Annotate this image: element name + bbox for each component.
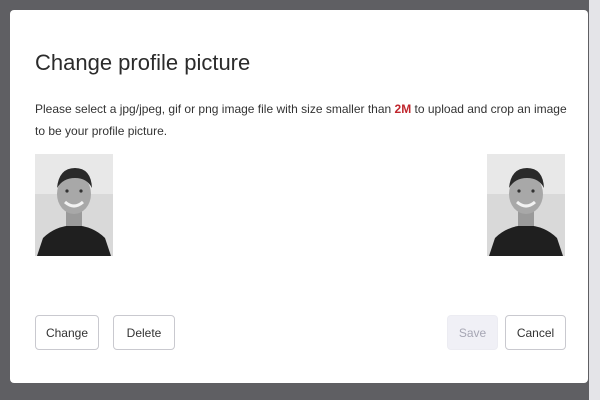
change-profile-picture-dialog: Change profile picture Please select a j… [10, 10, 588, 383]
size-limit: 2M [394, 102, 412, 116]
description-text-start: Please select a jpg/jpeg, gif or png ima… [35, 102, 395, 116]
dialog-description: Please select a jpg/jpeg, gif or png ima… [35, 98, 570, 142]
save-button[interactable]: Save [447, 315, 498, 350]
cropped-image-preview [487, 154, 565, 256]
cancel-button[interactable]: Cancel [505, 315, 566, 350]
delete-button[interactable]: Delete [113, 315, 175, 350]
profile-image-preview[interactable] [35, 154, 113, 256]
background-page-strip [589, 0, 600, 400]
dialog-title: Change profile picture [35, 50, 251, 75]
change-button[interactable]: Change [35, 315, 99, 350]
